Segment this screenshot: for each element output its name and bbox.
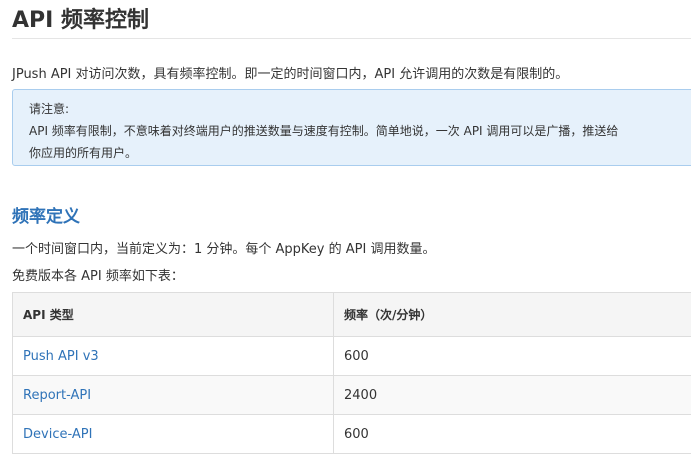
api-link-push-v3[interactable]: Push API v3 bbox=[12, 336, 334, 376]
section-heading-rate-definition: 频率定义 bbox=[12, 207, 80, 227]
note-box: 请注意: API 频率有限制，不意味着对终端用户的推送数量与速度有控制。简单地说… bbox=[12, 89, 691, 166]
intro-text: JPush API 对访问次数，具有频率控制。即一定的时间窗口内，API 允许调… bbox=[12, 67, 569, 82]
page-title: API 频率控制 bbox=[12, 8, 149, 33]
rate-cell: 2400 bbox=[333, 375, 691, 415]
note-heading: 请注意: bbox=[29, 102, 70, 116]
table-header-row: API 类型 频率（次/分钟） bbox=[12, 292, 691, 337]
rate-definition-text: 一个时间窗口内，当前定义为：1 分钟。每个 AppKey 的 API 调用数量。 bbox=[12, 242, 436, 257]
table-header-rate: 频率（次/分钟） bbox=[333, 292, 691, 337]
api-link-device[interactable]: Device-API bbox=[12, 414, 334, 454]
table-row: Push API v3 600 bbox=[12, 336, 691, 376]
table-row: Device-API 600 bbox=[12, 414, 691, 454]
title-divider bbox=[12, 38, 691, 39]
note-line-2: 你应用的所有用户。 bbox=[29, 146, 138, 160]
table-row: Report-API 2400 bbox=[12, 375, 691, 415]
api-link-report[interactable]: Report-API bbox=[12, 375, 334, 415]
rate-cell: 600 bbox=[333, 414, 691, 454]
note-line-1: API 频率有限制，不意味着对终端用户的推送数量与速度有控制。简单地说，一次 A… bbox=[29, 124, 619, 138]
table-header-api-type: API 类型 bbox=[12, 292, 334, 337]
page: API 频率控制 JPush API 对访问次数，具有频率控制。即一定的时间窗口… bbox=[0, 0, 691, 460]
rate-table: API 类型 频率（次/分钟） Push API v3 600 Report-A… bbox=[12, 292, 691, 454]
rate-cell: 600 bbox=[333, 336, 691, 376]
free-version-text: 免费版本各 API 频率如下表： bbox=[12, 269, 184, 284]
